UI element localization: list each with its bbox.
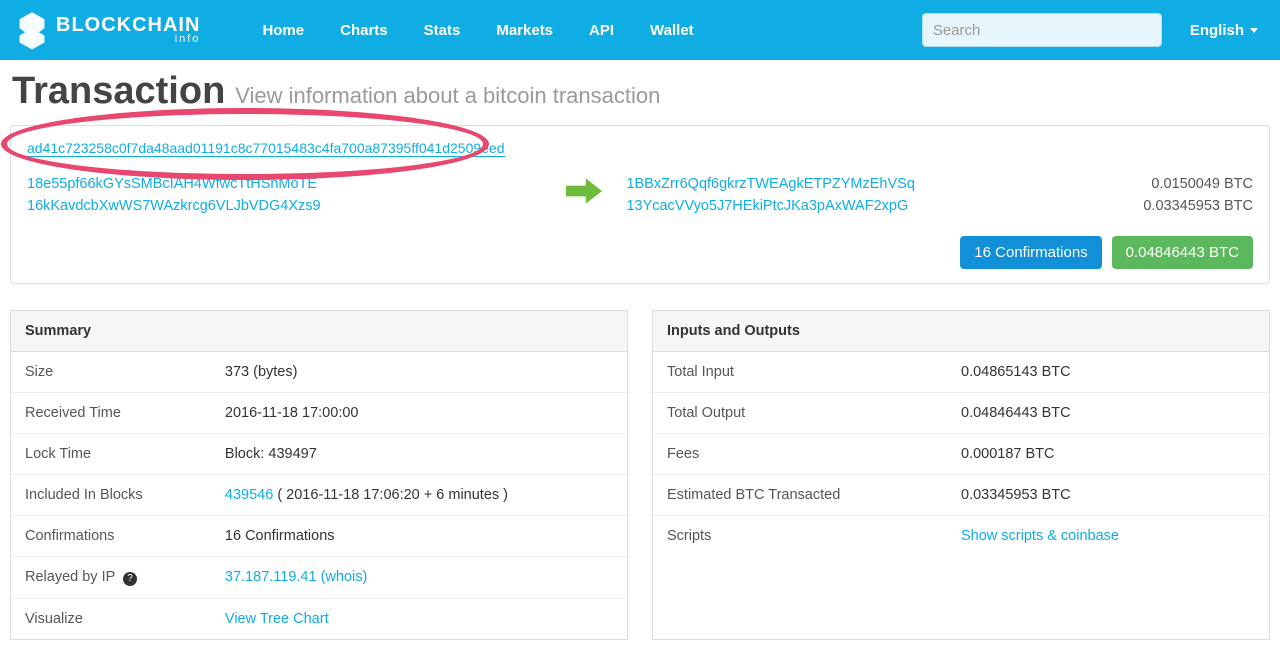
table-row: Relayed by IP ? 37.187.119.41 (whois) [11,557,627,599]
table-row: Estimated BTC Transacted 0.03345953 BTC [653,475,1269,516]
brand-name: BLOCKCHAIN [56,15,200,35]
brand-text: BLOCKCHAIN info [56,15,200,45]
arrow-right-icon [566,178,602,204]
est-label: Estimated BTC Transacted [667,487,961,503]
output-amount-0: 0.0150049 BTC [1073,174,1253,196]
total-output-label: Total Output [667,405,961,421]
table-row: Total Input 0.04865143 BTC [653,352,1269,393]
lock-label: Lock Time [25,446,225,462]
est-value: 0.03345953 BTC [961,487,1255,503]
page-header: Transaction View information about a bit… [8,60,1272,125]
table-row: Lock Time Block: 439497 [11,434,627,475]
page-title: Transaction [12,70,225,112]
summary-title: Summary [11,311,627,352]
size-label: Size [25,364,225,380]
nav-charts[interactable]: Charts [326,12,402,49]
included-suffix: ( 2016-11-18 17:06:20 + 6 minutes ) [273,487,508,503]
table-row: Size 373 (bytes) [11,352,627,393]
output-amounts: 0.0150049 BTC 0.03345953 BTC [1073,174,1253,218]
output-amount-1: 0.03345953 BTC [1073,196,1253,218]
io-table: Inputs and Outputs Total Input 0.0486514… [652,310,1270,640]
page-subtitle: View information about a bitcoin transac… [235,83,660,108]
size-value: 373 (bytes) [225,364,613,380]
table-row: Visualize View Tree Chart [11,599,627,639]
nav-api[interactable]: API [575,12,628,49]
language-label: English [1190,22,1244,39]
table-row: Total Output 0.04846443 BTC [653,393,1269,434]
nav-home[interactable]: Home [248,12,318,49]
relay-value: 37.187.119.41 (whois) [225,569,613,585]
chevron-down-icon [1250,28,1258,33]
relay-label: Relayed by IP ? [25,569,225,586]
included-block-link[interactable]: 439546 [225,487,273,503]
scripts-link[interactable]: Show scripts & coinbase [961,528,1119,544]
confirmations-badge[interactable]: 16 Confirmations [960,236,1101,269]
search-box[interactable] [922,13,1162,47]
viz-label: Visualize [25,611,225,627]
nav-wallet[interactable]: Wallet [636,12,708,49]
summary-table: Summary Size 373 (bytes) Received Time 2… [10,310,628,640]
conf-label: Confirmations [25,528,225,544]
output-address-1[interactable]: 13YcacVVyo5J7HEkiPtcJKa3pAxWAF2xpG [626,198,908,214]
brand-sub: info [56,34,200,45]
search-input[interactable] [933,22,1151,39]
tree-chart-link[interactable]: View Tree Chart [225,611,329,627]
output-address-0[interactable]: 1BBxZrr6Qqf6gkrzTWEAgkETPZYMzEhVSq [626,176,914,192]
received-label: Received Time [25,405,225,421]
blockchain-logo-icon [16,10,48,50]
top-navbar: BLOCKCHAIN info Home Charts Stats Market… [0,0,1280,60]
table-row: Fees 0.000187 BTC [653,434,1269,475]
received-value: 2016-11-18 17:00:00 [225,405,613,421]
lock-value: Block: 439497 [225,446,613,462]
total-btc-badge[interactable]: 0.04846443 BTC [1112,236,1253,269]
table-row: Scripts Show scripts & coinbase [653,516,1269,556]
tx-hash-link[interactable]: ad41c723258c0f7da48aad01191c8c77015483c4… [27,140,505,157]
total-input-value: 0.04865143 BTC [961,364,1255,380]
conf-value: 16 Confirmations [225,528,613,544]
primary-nav: Home Charts Stats Markets API Wallet [248,12,707,49]
input-address-0[interactable]: 18e55pf66kGYsSMBcIAH4WfwcTtHSnMoTE [27,176,317,192]
help-icon[interactable]: ? [123,572,137,586]
input-address-1[interactable]: 16kKavdcbXwWS7WAzkrcg6VLJbVDG4Xzs9 [27,198,321,214]
nav-markets[interactable]: Markets [482,12,567,49]
total-input-label: Total Input [667,364,961,380]
included-label: Included In Blocks [25,487,225,503]
fees-value: 0.000187 BTC [961,446,1255,462]
inputs-column: 18e55pf66kGYsSMBcIAH4WfwcTtHSnMoTE 16kKa… [27,174,566,218]
io-title: Inputs and Outputs [653,311,1269,352]
total-output-value: 0.04846443 BTC [961,405,1255,421]
table-row: Included In Blocks 439546 ( 2016-11-18 1… [11,475,627,516]
scripts-label: Scripts [667,528,961,544]
transaction-panel: ad41c723258c0f7da48aad01191c8c77015483c4… [10,125,1270,284]
table-row: Confirmations 16 Confirmations [11,516,627,557]
language-selector[interactable]: English [1170,12,1266,49]
fees-label: Fees [667,446,961,462]
relay-ip-link[interactable]: 37.187.119.41 (whois) [225,569,367,585]
brand-logo[interactable]: BLOCKCHAIN info [6,10,210,50]
included-value: 439546 ( 2016-11-18 17:06:20 + 6 minutes… [225,487,613,503]
table-row: Received Time 2016-11-18 17:00:00 [11,393,627,434]
outputs-column: 1BBxZrr6Qqf6gkrzTWEAgkETPZYMzEhVSq 13Yca… [626,174,1073,218]
nav-stats[interactable]: Stats [410,12,475,49]
